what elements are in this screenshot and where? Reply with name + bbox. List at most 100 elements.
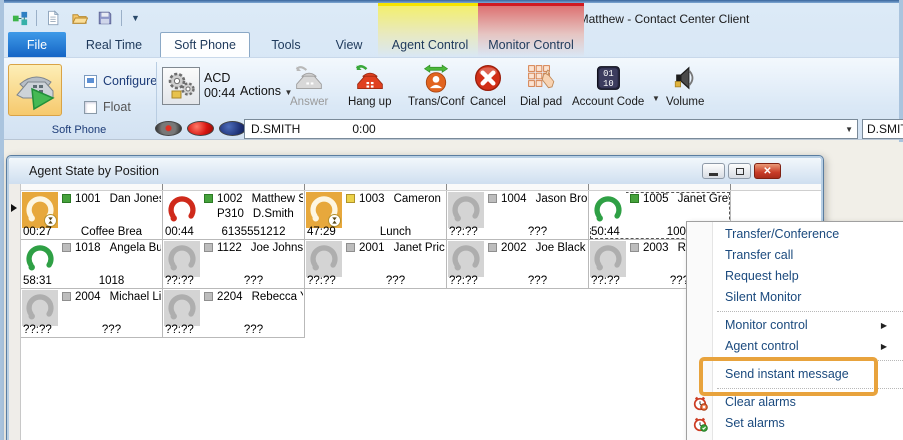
account-code-caret-icon[interactable]: ▼ xyxy=(652,94,660,103)
acd-button[interactable] xyxy=(162,67,200,105)
save-icon[interactable] xyxy=(95,8,115,28)
cancel-button[interactable]: Cancel xyxy=(470,62,506,108)
tab-tools[interactable]: Tools xyxy=(260,32,312,57)
menu-item-label: Transfer call xyxy=(725,248,793,262)
menu-item-transfer-conference[interactable]: Transfer/Conference xyxy=(687,224,903,245)
tab-file[interactable]: File xyxy=(8,32,66,57)
agent-cell-2004[interactable]: 2004Michael Ling ??:????? xyxy=(21,289,163,338)
tab-agent-control[interactable]: Agent Control xyxy=(382,32,478,57)
presence-square xyxy=(488,194,497,203)
actions-dropdown[interactable]: Actions ▼ xyxy=(240,84,292,98)
trans-conf-button[interactable]: Trans/Conf xyxy=(408,62,464,108)
agent-sub-id: P310 xyxy=(217,208,244,220)
state-timer: ??:?? xyxy=(165,275,205,287)
presence-square xyxy=(204,243,213,252)
acd-label: ACD xyxy=(204,71,235,86)
configure-button[interactable]: Configure xyxy=(84,74,157,88)
presence-square xyxy=(62,243,71,252)
state-info: ??? xyxy=(63,324,160,336)
configure-label: Configure xyxy=(103,74,157,88)
cancel-icon xyxy=(472,62,504,94)
float-checkbox-row[interactable]: Float xyxy=(84,100,131,114)
answer-label: Answer xyxy=(290,96,328,108)
soft-phone-toggle-button[interactable] xyxy=(8,64,62,116)
agent-id: 2003 xyxy=(643,242,669,254)
agent-cell-1003[interactable]: 1003Cameron Ho 47:29Lunch xyxy=(305,191,447,240)
line-dropdown-caret-icon[interactable]: ▼ xyxy=(845,125,853,134)
alarm-set-icon xyxy=(692,416,708,432)
restore-button[interactable] xyxy=(728,163,751,179)
state-timer: ??:?? xyxy=(449,226,489,238)
tab-real-time[interactable]: Real Time xyxy=(78,32,150,57)
menu-item-label: Silent Monitor xyxy=(725,290,801,304)
menu-item-silent-monitor[interactable]: Silent Monitor xyxy=(687,287,903,308)
agent-name: Janet Price xyxy=(394,242,445,254)
line-led-blue-icon xyxy=(219,121,246,136)
headset-unknown-icon xyxy=(306,241,342,277)
float-checkbox[interactable] xyxy=(84,101,97,114)
agent-cell-1018[interactable]: 1018Angela Burn 58:311018 xyxy=(21,240,163,289)
menu-item-label: Agent control xyxy=(725,339,799,353)
agent-cell-1002[interactable]: 1002Matthew Smi P310D.Smith 00:446135551… xyxy=(163,191,305,240)
headset-unknown-icon xyxy=(448,241,484,277)
agent-name: Angela Burn xyxy=(110,242,161,254)
menu-item-label: Set alarms xyxy=(725,416,785,430)
float-label: Float xyxy=(103,100,131,114)
menu-item-label: Request help xyxy=(725,269,799,283)
tab-view[interactable]: View xyxy=(326,32,372,57)
menu-item-clear-alarms[interactable]: Clear alarms xyxy=(687,392,903,413)
line-display-field[interactable]: D.SMITH 0:00 ▼ xyxy=(244,119,858,139)
new-document-icon[interactable] xyxy=(43,8,63,28)
app-icon[interactable] xyxy=(10,8,30,28)
tab-soft-phone[interactable]: Soft Phone xyxy=(160,32,250,57)
menu-separator xyxy=(687,308,903,315)
line-display-field-2[interactable]: D.SMITH xyxy=(862,119,903,139)
agent-id: 2002 xyxy=(501,242,527,254)
dial-pad-button[interactable]: Dial pad xyxy=(520,62,562,108)
headset-idle-icon xyxy=(590,192,626,228)
menu-item-transfer-call[interactable]: Transfer call xyxy=(687,245,903,266)
menu-item-agent-control[interactable]: Agent control▶ xyxy=(687,336,903,357)
agent-cell-2001[interactable]: 2001Janet Price ??:????? xyxy=(305,240,447,289)
context-menu: Transfer/Conference Transfer call Reques… xyxy=(686,221,903,440)
ribbon-soft-phone: Configure Float Soft Phone ACD 00:44 xyxy=(4,57,899,140)
hang-up-button[interactable]: Hang up xyxy=(348,62,391,108)
agent-cell-1001[interactable]: 1001Dan Jones 00:27Coffee Brea xyxy=(21,191,163,240)
answer-button[interactable]: Answer xyxy=(290,62,328,108)
tab-monitor-control[interactable]: Monitor Control xyxy=(478,32,584,57)
state-info: 1018 xyxy=(63,275,160,287)
minimize-button[interactable] xyxy=(702,163,725,179)
acd-timer: 00:44 xyxy=(204,86,235,101)
customize-toolbar-caret-icon[interactable]: ▼ xyxy=(128,13,143,23)
menu-item-request-help[interactable]: Request help xyxy=(687,266,903,287)
dial-pad-label: Dial pad xyxy=(520,96,562,108)
state-info: Coffee Brea xyxy=(63,226,160,238)
menu-separator xyxy=(687,385,903,392)
menu-item-label: Send instant message xyxy=(725,367,849,381)
state-timer: 00:27 xyxy=(23,226,63,238)
ribbon-area: ▼ Matthew - Contact Center Client File R… xyxy=(4,3,899,140)
line-name: D.SMITH xyxy=(251,122,300,136)
open-folder-icon[interactable] xyxy=(69,8,89,28)
state-timer: ??:?? xyxy=(165,324,205,336)
agent-name: Michael Ling xyxy=(110,291,161,303)
agent-cell-1004[interactable]: 1004Jason Brown ??:????? xyxy=(447,191,589,240)
agent-state-window-titlebar[interactable]: Agent State by Position ✕ xyxy=(9,158,821,184)
state-info: ??? xyxy=(205,324,302,336)
headset-on-call-icon xyxy=(164,192,200,228)
dial-pad-icon xyxy=(525,62,557,94)
close-button[interactable]: ✕ xyxy=(754,163,781,179)
agent-cell-2002[interactable]: 2002Joe Black ??:????? xyxy=(447,240,589,289)
account-code-button[interactable]: 0110 Account Code xyxy=(572,62,644,108)
agent-cell-2204[interactable]: 2204Rebecca Yo ??:????? xyxy=(163,289,305,338)
volume-button[interactable]: Volume xyxy=(666,62,704,108)
transfer-conference-icon xyxy=(420,62,452,94)
menu-item-monitor-control[interactable]: Monitor control▶ xyxy=(687,315,903,336)
agent-sub-name: D.Smith xyxy=(253,208,294,220)
menu-item-send-instant-message[interactable]: Send instant message xyxy=(687,364,903,385)
state-info: ??? xyxy=(489,226,586,238)
state-timer: 47:29 xyxy=(307,226,347,238)
menu-item-set-alarms[interactable]: Set alarms xyxy=(687,413,903,434)
agent-cell-1122[interactable]: 1122Joe Johnson ??:????? xyxy=(163,240,305,289)
answer-phone-icon xyxy=(293,62,325,94)
